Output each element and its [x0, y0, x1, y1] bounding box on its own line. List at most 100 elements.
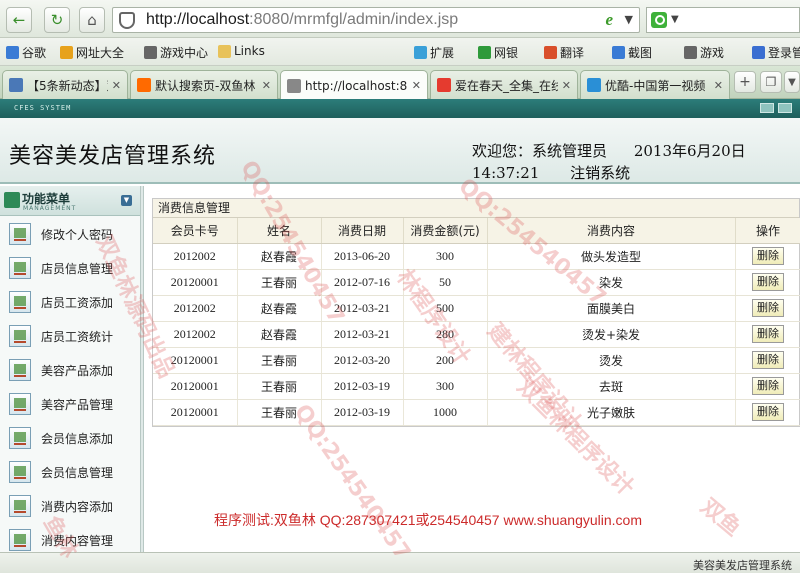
cell-action: 删除: [735, 399, 800, 426]
tab-label: 【5条新动态】双鱼: [27, 78, 108, 93]
sidebar-item[interactable]: 修改个人密码: [0, 216, 140, 250]
cell-date: 2012-03-19: [321, 373, 404, 400]
cell-amount: 300: [403, 243, 488, 270]
bookmark-label: 登录管: [768, 46, 800, 60]
delete-button[interactable]: 删除: [752, 351, 784, 369]
bookmark-item[interactable]: 截图: [612, 44, 652, 61]
close-tab-icon[interactable]: ✕: [262, 79, 271, 92]
bookmark-item[interactable]: Links: [218, 44, 265, 58]
delete-button[interactable]: 删除: [752, 377, 784, 395]
tabs-bar: 优酷-中国第一视频 ✕ 爱在春天_全集_在线 ✕ http://localhost:8 ✕…: [0, 66, 800, 100]
sidebar-item[interactable]: 会员信息管理: [0, 454, 140, 488]
game-icon: [684, 46, 697, 59]
sidebar-item[interactable]: 消费内容添加: [0, 488, 140, 522]
sidebar-item[interactable]: 会员信息添加: [0, 420, 140, 454]
page-icon: [287, 78, 301, 93]
chevron-down-icon: ▼: [788, 76, 796, 88]
browser-tab[interactable]: http://localhost:8 ✕: [280, 70, 428, 100]
cell-amount: 1000: [403, 399, 488, 426]
security-shield-icon: [119, 12, 135, 29]
collapse-toggle-icon[interactable]: ▼: [121, 195, 132, 206]
cell-date: 2012-03-21: [321, 295, 404, 322]
menu-icon: [4, 192, 20, 208]
bookmark-item[interactable]: 游戏中心: [144, 44, 208, 61]
search-input[interactable]: ▼: [646, 7, 800, 33]
tab-scroll-button[interactable]: ▼: [784, 71, 800, 93]
consumption-panel: 消费信息管理 会员卡号 姓名 消费日期 消费金额(元) 消费内容 操作 2012002 赵春…: [152, 198, 800, 427]
delete-button[interactable]: 删除: [752, 247, 784, 265]
cell-name: 王春丽: [237, 373, 322, 400]
close-tab-icon[interactable]: ✕: [412, 79, 421, 92]
site-nav-icon: [60, 46, 73, 59]
sidebar-item-label: 消费内容添加: [41, 500, 114, 514]
browser-tab[interactable]: 默认搜索页-双鱼林 ✕: [130, 70, 278, 99]
sidebar-menu: 功能菜单 MANAGEMENT ▼ 修改个人密码 店员信息管理 店员工资添加 店员工资…: [0, 186, 141, 552]
cell-amount: 280: [403, 321, 488, 348]
cell-content: 去斑: [487, 373, 736, 400]
cell-card: 20120001: [153, 399, 238, 426]
bookmark-item[interactable]: 游戏: [684, 44, 724, 61]
close-tab-icon[interactable]: ✕: [112, 79, 121, 92]
app-header: 美容美发店管理系统 欢迎您：系统管理员 2013年6月20日 14:37:21 …: [0, 118, 800, 184]
sidebar-item[interactable]: 店员工资添加: [0, 284, 140, 318]
table-row: 2012002 赵春霞 2013-06-20 300 做头发造型 删除: [153, 243, 800, 270]
bookmark-item[interactable]: 网址大全: [60, 44, 124, 61]
sidebar-item[interactable]: 美容产品添加: [0, 352, 140, 386]
logout-link[interactable]: 注销系统: [570, 164, 630, 182]
close-tab-icon[interactable]: ✕: [562, 79, 571, 92]
browser-nav-bar: ← ↻ ⌂ http://localhost:8080/mrmfgl/admin…: [0, 0, 800, 38]
cell-name: 王春丽: [237, 399, 322, 426]
bookmark-label: 截图: [628, 46, 653, 60]
sidebar-item-label: 消费内容管理: [41, 534, 114, 548]
search-engine-icon[interactable]: [651, 12, 667, 28]
sidebar-item[interactable]: 美容产品管理: [0, 386, 140, 420]
table-row: 2012002 赵春霞 2012-03-21 280 烫发+染发 删除: [153, 321, 800, 348]
bookmark-label: 网银: [494, 46, 519, 60]
gamepad-icon: [144, 46, 157, 59]
chevron-down-icon[interactable]: ▼: [625, 13, 633, 26]
cell-card: 20120001: [153, 269, 238, 296]
cell-amount: 50: [403, 269, 488, 296]
back-arrow-icon: ←: [12, 11, 26, 29]
bookmark-item[interactable]: 谷歌: [6, 44, 46, 61]
sidebar-item[interactable]: 店员信息管理: [0, 250, 140, 284]
home-button[interactable]: ⌂: [79, 7, 105, 33]
address-bar[interactable]: http://localhost:8080/mrmfgl/admin/index…: [112, 7, 640, 33]
chevron-down-icon[interactable]: ▼: [671, 14, 679, 25]
bookmark-item[interactable]: 登录管: [752, 44, 800, 61]
sidebar-item[interactable]: 消费内容管理: [0, 522, 140, 552]
bookmark-item[interactable]: 扩展: [414, 44, 454, 61]
column-header: 姓名: [237, 218, 322, 244]
app-logo-text: CFES SYSTEM: [14, 104, 72, 112]
sidebar-item-label: 会员信息管理: [41, 466, 114, 480]
close-button[interactable]: [778, 103, 792, 113]
windows-icon: ❐: [765, 75, 777, 89]
cell-action: 删除: [735, 321, 800, 348]
sidebar-item-label: 美容产品管理: [41, 398, 114, 412]
cell-content: 烫发+染发: [487, 321, 736, 348]
close-tab-icon[interactable]: ✕: [714, 79, 723, 92]
tab-list-button[interactable]: ❐: [760, 71, 782, 93]
ie-engine-icon[interactable]: e: [605, 10, 613, 30]
sidebar-item[interactable]: 店员工资统计: [0, 318, 140, 352]
browser-tab[interactable]: 爱在春天_全集_在线 ✕: [430, 70, 578, 99]
browser-tab[interactable]: 优酷-中国第一视频 ✕: [580, 70, 730, 99]
menu-item-icon: [9, 291, 31, 313]
delete-button[interactable]: 删除: [752, 325, 784, 343]
minimize-button[interactable]: [760, 103, 774, 113]
browser-tab[interactable]: 【5条新动态】双鱼 ✕: [2, 70, 128, 99]
sidebar-splitter[interactable]: [141, 186, 144, 552]
delete-button[interactable]: 删除: [752, 273, 784, 291]
delete-button[interactable]: 删除: [752, 299, 784, 317]
sidebar-item-label: 会员信息添加: [41, 432, 114, 446]
delete-button[interactable]: 删除: [752, 403, 784, 421]
cell-card: 2012002: [153, 243, 238, 270]
bookmark-item[interactable]: 翻译: [544, 44, 584, 61]
bookmark-item[interactable]: 网银: [478, 44, 518, 61]
refresh-button[interactable]: ↻: [44, 7, 70, 33]
welcome-area: 欢迎您：系统管理员 2013年6月20日 14:37:21 注销系统: [472, 140, 746, 184]
back-button[interactable]: ←: [6, 7, 32, 33]
cell-name: 王春丽: [237, 347, 322, 374]
new-tab-button[interactable]: +: [734, 71, 756, 93]
bookmark-label: Links: [234, 44, 265, 58]
